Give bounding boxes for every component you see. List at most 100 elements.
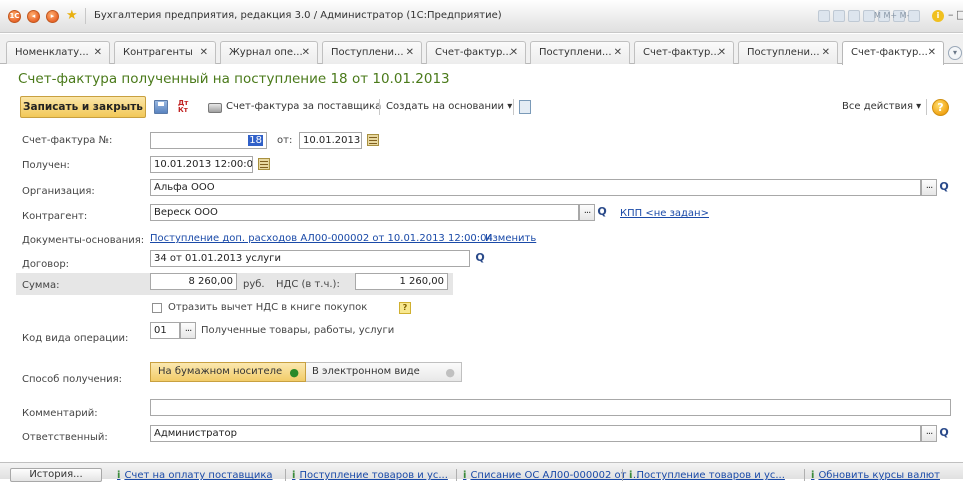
back-icon[interactable]: ◂ bbox=[27, 10, 40, 23]
counterparty-input[interactable]: Вереск ООО bbox=[150, 204, 579, 221]
search-icon[interactable]: Q bbox=[937, 179, 951, 196]
save-icon[interactable] bbox=[154, 100, 168, 114]
dt-kt-icon[interactable]: Дт Кт bbox=[178, 100, 192, 114]
close-tab-icon[interactable]: ✕ bbox=[406, 42, 414, 63]
tab-label: Журнал опе... bbox=[229, 47, 303, 58]
history-link-text: Обновить курсы валют bbox=[818, 470, 940, 481]
tab-invoice-active[interactable]: Счет-фактур... ✕ bbox=[842, 41, 944, 65]
open-windows-tabs: Номенклату... ✕ Контрагенты ✕ Журнал опе..… bbox=[0, 34, 963, 65]
app-logo-icon[interactable]: 1С bbox=[8, 10, 21, 23]
responsible-select-button[interactable]: ... bbox=[921, 425, 937, 442]
receipt-paper-label: На бумажном носителе bbox=[158, 366, 283, 377]
tab-counterparties[interactable]: Контрагенты ✕ bbox=[114, 41, 216, 64]
close-tab-icon[interactable]: ✕ bbox=[302, 42, 310, 63]
organization-select-button[interactable]: ... bbox=[921, 179, 937, 196]
tab-receipt-2[interactable]: Поступлени... ✕ bbox=[530, 41, 630, 64]
minimize-icon[interactable]: – bbox=[948, 8, 954, 21]
comment-input[interactable] bbox=[150, 399, 951, 416]
window-title-bar: 1С ◂ ▸ ★ Бухгалтерия предприятия, редакц… bbox=[0, 0, 963, 33]
history-link-update-rates[interactable]: i Обновить курсы валют bbox=[811, 470, 940, 481]
counterparty-select-button[interactable]: ... bbox=[579, 204, 595, 221]
invoice-date-input[interactable]: 10.01.2013 bbox=[299, 132, 362, 149]
vat-input[interactable]: 1 260,00 bbox=[355, 273, 448, 290]
calendar-icon[interactable] bbox=[367, 134, 379, 146]
kpp-link[interactable]: КПП <не задан> bbox=[620, 208, 709, 219]
history-link-writeoff[interactable]: i Списание ОС АЛ00-000002 от ... bbox=[463, 470, 639, 481]
responsible-input[interactable]: Администратор bbox=[150, 425, 921, 442]
contract-input[interactable]: 34 от 01.01.2013 услуги bbox=[150, 250, 470, 267]
create-based-on-button[interactable]: Создать на основании ▾ bbox=[386, 101, 512, 112]
tab-receipt-3[interactable]: Поступлени... ✕ bbox=[738, 41, 838, 64]
print-icon[interactable] bbox=[833, 10, 845, 22]
close-tab-icon[interactable]: ✕ bbox=[200, 42, 208, 63]
operation-code-select-button[interactable]: ... bbox=[180, 322, 196, 339]
contract-label: Договор: bbox=[22, 259, 70, 270]
receipt-method-label: Способ получения: bbox=[22, 374, 123, 385]
help-icon[interactable]: ? bbox=[932, 99, 949, 116]
history-bar: История... i Счет на оплату поставщика iП… bbox=[0, 462, 963, 482]
date-from-label: от: bbox=[277, 135, 293, 146]
memory-buttons[interactable]: M M+ M- bbox=[874, 11, 909, 20]
info-icon: i bbox=[117, 470, 121, 481]
history-link-receipt-1[interactable]: i Поступление товаров и ус... bbox=[292, 470, 448, 481]
info-icon[interactable]: i bbox=[932, 10, 944, 22]
all-actions-button[interactable]: Все действия ▾ bbox=[842, 101, 921, 112]
comment-label: Комментарий: bbox=[22, 408, 98, 419]
history-icon[interactable] bbox=[818, 10, 830, 22]
history-link-text: Поступление товаров и ус... bbox=[636, 470, 785, 481]
history-link-text: Счет на оплату поставщика bbox=[124, 470, 273, 481]
tab-invoice-1[interactable]: Счет-фактур... ✕ bbox=[426, 41, 526, 64]
receipt-electronic-label: В электронном виде bbox=[312, 366, 420, 377]
tab-nomenclature[interactable]: Номенклату... ✕ bbox=[6, 41, 110, 64]
invoice-number-input[interactable]: 18 bbox=[150, 132, 267, 149]
search-icon[interactable]: Q bbox=[937, 425, 951, 442]
close-tab-icon[interactable]: ✕ bbox=[718, 42, 726, 63]
tab-label: Контрагенты bbox=[123, 47, 193, 58]
counterparty-label: Контрагент: bbox=[22, 211, 88, 222]
organization-input[interactable]: Альфа ООО bbox=[150, 179, 921, 196]
info-icon: i bbox=[811, 470, 815, 481]
vat-deduction-label[interactable]: Отразить вычет НДС в книге покупок bbox=[168, 302, 367, 313]
close-tab-icon[interactable]: ✕ bbox=[510, 42, 518, 63]
receipt-electronic-option[interactable]: В электронном виде ● bbox=[306, 362, 462, 382]
close-tab-icon[interactable]: ✕ bbox=[94, 42, 102, 63]
link-icon[interactable] bbox=[848, 10, 860, 22]
print-invoice-button[interactable]: Счет-фактура за поставщика bbox=[226, 101, 381, 112]
tab-invoice-2[interactable]: Счет-фактур... ✕ bbox=[634, 41, 734, 64]
search-icon[interactable]: Q bbox=[473, 250, 487, 267]
favorites-star-icon[interactable]: ★ bbox=[66, 8, 78, 24]
receipt-paper-option[interactable]: На бумажном носителе ● bbox=[150, 362, 306, 382]
sum-input[interactable]: 8 260,00 bbox=[150, 273, 237, 290]
close-tab-icon[interactable]: ✕ bbox=[928, 42, 936, 63]
selected-dot-icon: ● bbox=[289, 366, 299, 379]
close-tab-icon[interactable]: ✕ bbox=[822, 42, 830, 63]
receipt-method-switch: На бумажном носителе ● В электронном виде… bbox=[150, 362, 462, 382]
received-date-input[interactable]: 10.01.2013 12:00:05 bbox=[150, 156, 253, 173]
invoice-number-label: Счет-фактура №: bbox=[22, 135, 113, 146]
responsible-label: Ответственный: bbox=[22, 432, 108, 443]
currency-label: руб. bbox=[243, 279, 265, 290]
toolbar-divider bbox=[926, 99, 927, 115]
history-link-receipt-2[interactable]: i Поступление товаров и ус... bbox=[629, 470, 785, 481]
calendar-icon[interactable] bbox=[258, 158, 270, 170]
operation-code-input[interactable]: 01 bbox=[150, 322, 180, 339]
history-divider bbox=[285, 469, 286, 481]
history-link-invoice-payment[interactable]: i Счет на оплату поставщика bbox=[117, 470, 273, 481]
change-base-documents-link[interactable]: Изменить bbox=[485, 233, 536, 244]
history-button[interactable]: История... bbox=[10, 468, 102, 482]
maximize-icon[interactable]: □ bbox=[956, 8, 963, 21]
tab-operations-journal[interactable]: Журнал опе... ✕ bbox=[220, 41, 318, 64]
tab-receipt-1[interactable]: Поступлени... ✕ bbox=[322, 41, 422, 64]
vat-deduction-checkbox[interactable] bbox=[152, 303, 162, 313]
question-icon[interactable]: ? bbox=[399, 302, 411, 314]
save-and-close-button[interactable]: Записать и закрыть bbox=[20, 96, 146, 118]
forward-icon[interactable]: ▸ bbox=[46, 10, 59, 23]
tab-label: Поступлени... bbox=[747, 47, 820, 58]
document-icon[interactable] bbox=[519, 100, 531, 114]
printer-icon[interactable] bbox=[208, 103, 222, 113]
search-icon[interactable]: Q bbox=[595, 204, 609, 221]
close-tab-icon[interactable]: ✕ bbox=[614, 42, 622, 63]
base-document-link[interactable]: Поступление доп. расходов АЛ00-000002 от… bbox=[150, 233, 493, 244]
tabs-dropdown-icon[interactable]: ▾ bbox=[948, 46, 962, 60]
calendar-icon[interactable] bbox=[908, 10, 920, 22]
